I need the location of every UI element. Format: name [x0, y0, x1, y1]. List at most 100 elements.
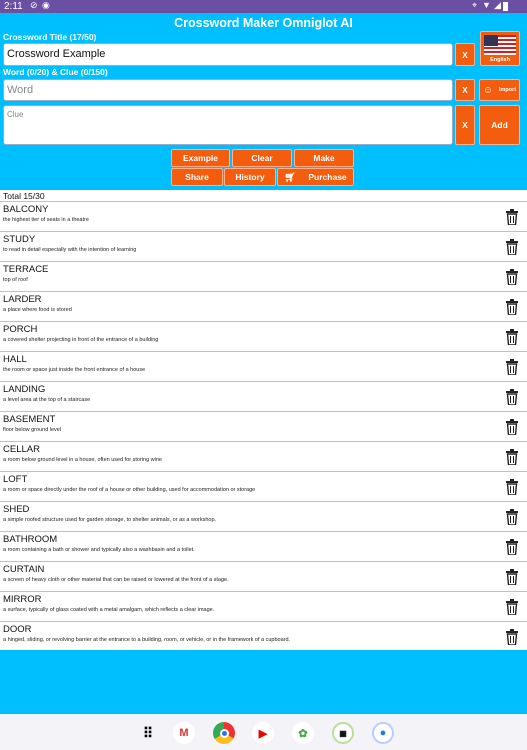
item-word: CURTAIN	[3, 564, 45, 575]
youtube-icon[interactable]: ▶	[252, 722, 274, 744]
clue-input[interactable]: Clue	[3, 105, 453, 145]
trash-icon[interactable]	[505, 359, 519, 375]
language-button[interactable]: English	[480, 31, 520, 66]
item-word: CELLAR	[3, 444, 40, 455]
trash-icon[interactable]	[505, 509, 519, 525]
word-input[interactable]: Word	[3, 79, 453, 101]
item-clue: a simple roofed structure used for garde…	[3, 517, 217, 523]
battery-icon	[503, 2, 508, 11]
item-word: SHED	[3, 504, 30, 515]
trash-icon[interactable]	[505, 239, 519, 255]
item-clue: a room below ground level in a house, of…	[3, 457, 162, 463]
item-clue: a level area at the top of a staircase	[3, 397, 91, 403]
list-item[interactable]: HALL the room or space just inside the f…	[0, 351, 527, 381]
item-word: BATHROOM	[3, 534, 58, 545]
trash-icon[interactable]	[505, 449, 519, 465]
photos-icon[interactable]: ✿	[292, 722, 314, 744]
status-time: 2:11	[4, 1, 23, 12]
example-button[interactable]: Example	[171, 149, 230, 167]
item-word: HALL	[3, 354, 27, 365]
item-clue: a hinged, sliding, or revolving barrier …	[3, 637, 291, 643]
list-item[interactable]: CURTAIN a screen of heavy cloth or other…	[0, 561, 527, 591]
make-button[interactable]: Make	[294, 149, 354, 167]
apps-grid-icon[interactable]: ⠿	[137, 722, 159, 744]
list-item[interactable]: CELLAR a room below ground level in a ho…	[0, 441, 527, 471]
status-bar: 2:11 ⊘ ◉ ⌖ ▼ ◢	[0, 0, 527, 13]
item-clue: the highest tier of seats in a theatre	[3, 217, 89, 223]
clear-title-button[interactable]: X	[455, 43, 475, 66]
trash-icon[interactable]	[505, 209, 519, 225]
robot-icon: ☺	[482, 84, 494, 96]
list-item[interactable]: STUDY to read in detail especially with …	[0, 231, 527, 261]
list-item[interactable]: PORCH a covered shelter projecting in fr…	[0, 321, 527, 351]
list-item[interactable]: LOFT a room or space directly under the …	[0, 471, 527, 501]
clear-word-button[interactable]: X	[455, 79, 475, 101]
word-clue-label: Word (0/20) & Clue (0/150)	[3, 67, 108, 77]
title-input[interactable]: Crossword Example	[3, 43, 453, 66]
purchase-label: Purchase	[308, 172, 347, 182]
calendar-app-icon[interactable]: ▦	[332, 722, 354, 744]
chrome-icon[interactable]	[213, 722, 235, 744]
list-item[interactable]: MIRROR a surface, typically of glass coa…	[0, 591, 527, 621]
list-item[interactable]: TERRACE top of roof	[0, 261, 527, 291]
item-clue: a covered shelter projecting in front of…	[3, 337, 159, 343]
list-item[interactable]: BASEMENT floor below ground level	[0, 411, 527, 441]
title-label: Crossword Title (17/50)	[3, 32, 97, 42]
trash-icon[interactable]	[505, 629, 519, 645]
item-clue: the room or space just inside the front …	[3, 367, 146, 373]
add-button[interactable]: Add	[479, 105, 520, 145]
item-clue: a surface, typically of glass coated wit…	[3, 607, 215, 613]
item-clue: to read in detail especially with the in…	[3, 247, 137, 253]
list-item[interactable]: DOOR a hinged, sliding, or revolving bar…	[0, 621, 527, 651]
item-word: BALCONY	[3, 204, 49, 215]
item-clue: a room containing a bath or shower and t…	[3, 547, 195, 553]
notification-icon: ◉	[42, 0, 50, 10]
us-flag-icon	[484, 35, 516, 55]
trash-icon[interactable]	[505, 569, 519, 585]
trash-icon[interactable]	[505, 299, 519, 315]
list-item[interactable]: LARDER a place where food is stored	[0, 291, 527, 321]
trash-icon[interactable]	[505, 599, 519, 615]
wifi-icon: ▼	[482, 0, 491, 10]
item-clue: floor below ground level	[3, 427, 62, 433]
dnd-icon: ⊘	[30, 0, 38, 10]
list-item[interactable]: SHED a simple roofed structure used for …	[0, 501, 527, 531]
trash-icon[interactable]	[505, 539, 519, 555]
dock: ⠿ M ▶ ✿ ▦ ●	[0, 714, 527, 750]
location-icon: ⌖	[472, 0, 478, 10]
item-clue: top of roof	[3, 277, 28, 283]
item-clue: a screen of heavy cloth or other materia…	[3, 577, 229, 583]
clear-clue-button[interactable]: X	[455, 105, 475, 145]
gmail-icon[interactable]: M	[173, 722, 195, 744]
clear-button[interactable]: Clear	[232, 149, 292, 167]
import-label: Import	[498, 87, 517, 93]
share-button[interactable]: Share	[171, 168, 223, 186]
item-word: MIRROR	[3, 594, 42, 605]
messages-icon[interactable]: ●	[372, 722, 394, 744]
item-word: LANDING	[3, 384, 46, 395]
trash-icon[interactable]	[505, 479, 519, 495]
signal-icon: ◢	[494, 0, 501, 10]
history-button[interactable]: History	[224, 168, 276, 186]
list-item[interactable]: BALCONY the highest tier of seats in a t…	[0, 201, 527, 231]
app-title: Crossword Maker Omniglot AI	[174, 16, 353, 30]
trash-icon[interactable]	[505, 419, 519, 435]
total-count: Total 15/30	[3, 191, 45, 201]
item-word: PORCH	[3, 324, 38, 335]
item-word: BASEMENT	[3, 414, 56, 425]
item-clue: a room or space directly under the roof …	[3, 487, 256, 493]
item-word: TERRACE	[3, 264, 49, 275]
trash-icon[interactable]	[505, 389, 519, 405]
item-clue: a place where food is stored	[3, 307, 72, 313]
import-button[interactable]: ☺ Import	[479, 79, 520, 101]
item-word: STUDY	[3, 234, 36, 245]
language-label: English	[490, 57, 510, 63]
trash-icon[interactable]	[505, 269, 519, 285]
footer-panel	[0, 650, 527, 714]
list-item[interactable]: LANDING a level area at the top of a sta…	[0, 381, 527, 411]
cart-icon: 🛒︎	[284, 171, 296, 182]
trash-icon[interactable]	[505, 329, 519, 345]
list-item[interactable]: BATHROOM a room containing a bath or sho…	[0, 531, 527, 561]
purchase-button[interactable]: 🛒︎ Purchase	[277, 168, 354, 186]
item-word: LOFT	[3, 474, 28, 485]
